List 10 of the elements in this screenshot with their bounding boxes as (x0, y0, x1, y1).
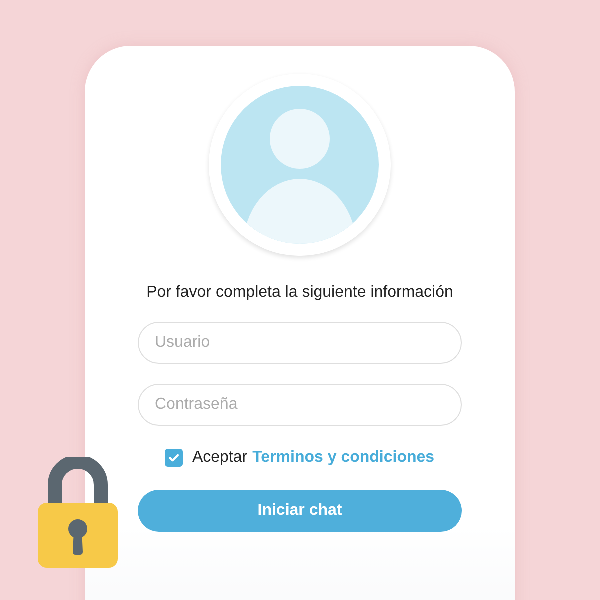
username-field[interactable]: Usuario (138, 322, 462, 364)
password-field[interactable]: Contraseña (138, 384, 462, 426)
start-chat-button[interactable]: Iniciar chat (138, 490, 462, 532)
terms-checkbox[interactable] (165, 449, 184, 467)
padlock-icon (38, 457, 118, 569)
avatar-icon (209, 74, 391, 256)
form-prompt: Por favor completa la siguiente información (146, 284, 454, 302)
accept-label: Aceptar (192, 449, 248, 467)
check-icon (169, 454, 180, 462)
terms-link[interactable]: Terminos y condiciones (252, 449, 435, 467)
